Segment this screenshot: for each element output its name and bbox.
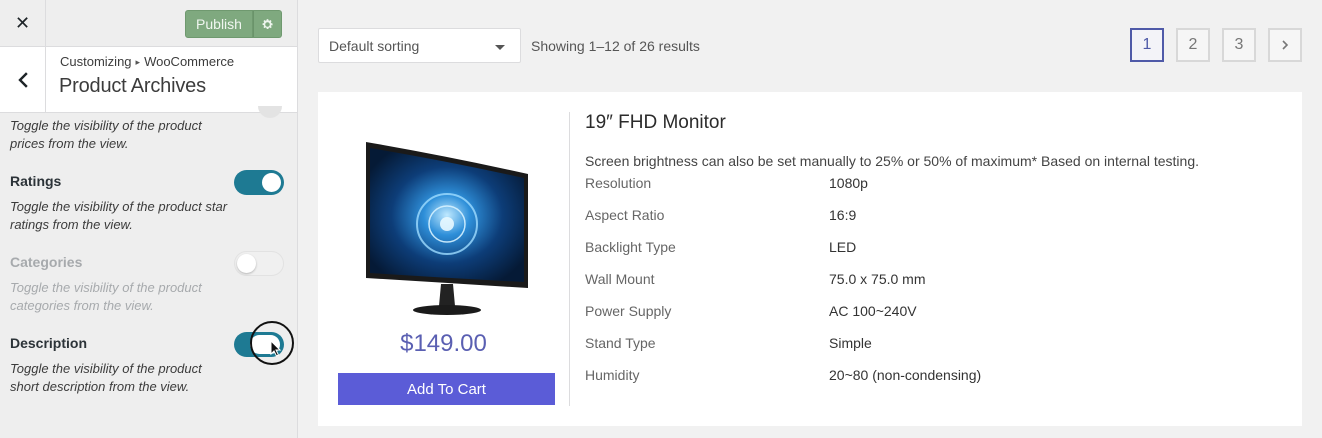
spec-key: Stand Type [585,335,656,351]
ratings-toggle[interactable] [234,170,284,195]
ratings-description: Toggle the visibility of the product sta… [10,199,228,232]
spec-value: LED [829,239,857,255]
breadcrumb-root: Customizing [60,54,132,69]
spec-value: Simple [829,335,872,351]
close-customizer-button[interactable]: ✕ [0,0,46,46]
description-description: Toggle the visibility of the product sho… [10,361,202,394]
publish-button[interactable]: Publish [185,10,253,38]
preview-area: Default sorting Showing 1–12 of 26 resul… [298,0,1322,438]
categories-description: Toggle the visibility of the product cat… [10,280,202,313]
breadcrumb-section: WooCommerce [144,54,235,69]
sorting-value: Default sorting [329,38,420,54]
breadcrumb-separator: ▸ [135,57,141,67]
toggle-knob [237,254,256,273]
spec-value: AC 100~240V [829,303,917,319]
customizer-sidebar: ✕ Publish Customizing ▸ WooCommerce Produc… [0,0,298,438]
spec-value: 1080p [829,175,868,191]
prices-description: Toggle the visibility of the product pri… [10,118,202,151]
next-page-link[interactable] [1268,28,1302,62]
ratings-label: Ratings [10,173,62,189]
product-card: $149.00 Add To Cart 19″ FHD Monitor Scre… [318,92,1302,426]
breadcrumb: Customizing ▸ WooCommerce [60,54,234,69]
publish-settings-button[interactable] [253,10,282,38]
product-price: $149.00 [400,330,487,357]
page-1-link[interactable]: 1 [1130,28,1164,62]
spec-key: Resolution [585,175,652,191]
spec-key: Power Supply [585,303,672,319]
sorting-select[interactable]: Default sorting [318,28,521,63]
prices-toggle[interactable] [258,106,282,118]
panel-header: Customizing ▸ WooCommerce Product Archives [0,47,297,113]
spec-key: Aspect Ratio [585,207,665,223]
spec-value: 16:9 [829,207,857,223]
customizer-topbar: ✕ Publish [0,0,297,47]
spec-key: Backlight Type [585,239,676,255]
description-label: Description [10,335,88,351]
chevron-right-icon [1282,40,1289,50]
spec-value: 75.0 x 75.0 mm [829,271,926,287]
divider [569,112,570,406]
close-icon: ✕ [14,12,31,33]
page-2-link[interactable]: 2 [1176,28,1210,62]
toggle-knob [262,173,281,192]
results-count: Showing 1–12 of 26 results [531,38,700,54]
product-image[interactable] [362,138,532,318]
spec-value: 20~80 (non-condensing) [829,367,982,383]
panel-title: Product Archives [59,75,206,97]
gear-icon [262,18,273,29]
page-3-link[interactable]: 3 [1222,28,1256,62]
chevron-left-icon [17,72,28,88]
categories-toggle[interactable] [234,251,284,276]
caret-down-icon [495,45,505,50]
mouse-cursor-icon [270,340,282,357]
back-button[interactable] [0,47,46,113]
product-description: Screen brightness can also be set manual… [585,153,1199,169]
add-to-cart-button[interactable]: Add To Cart [338,373,555,405]
spec-key: Wall Mount [585,271,655,287]
options-list: Toggle the visibility of the product pri… [0,106,297,438]
spec-key: Humidity [585,367,640,383]
categories-label: Categories [10,254,83,270]
product-title[interactable]: 19″ FHD Monitor [585,112,726,134]
publish-group: Publish [185,10,282,38]
